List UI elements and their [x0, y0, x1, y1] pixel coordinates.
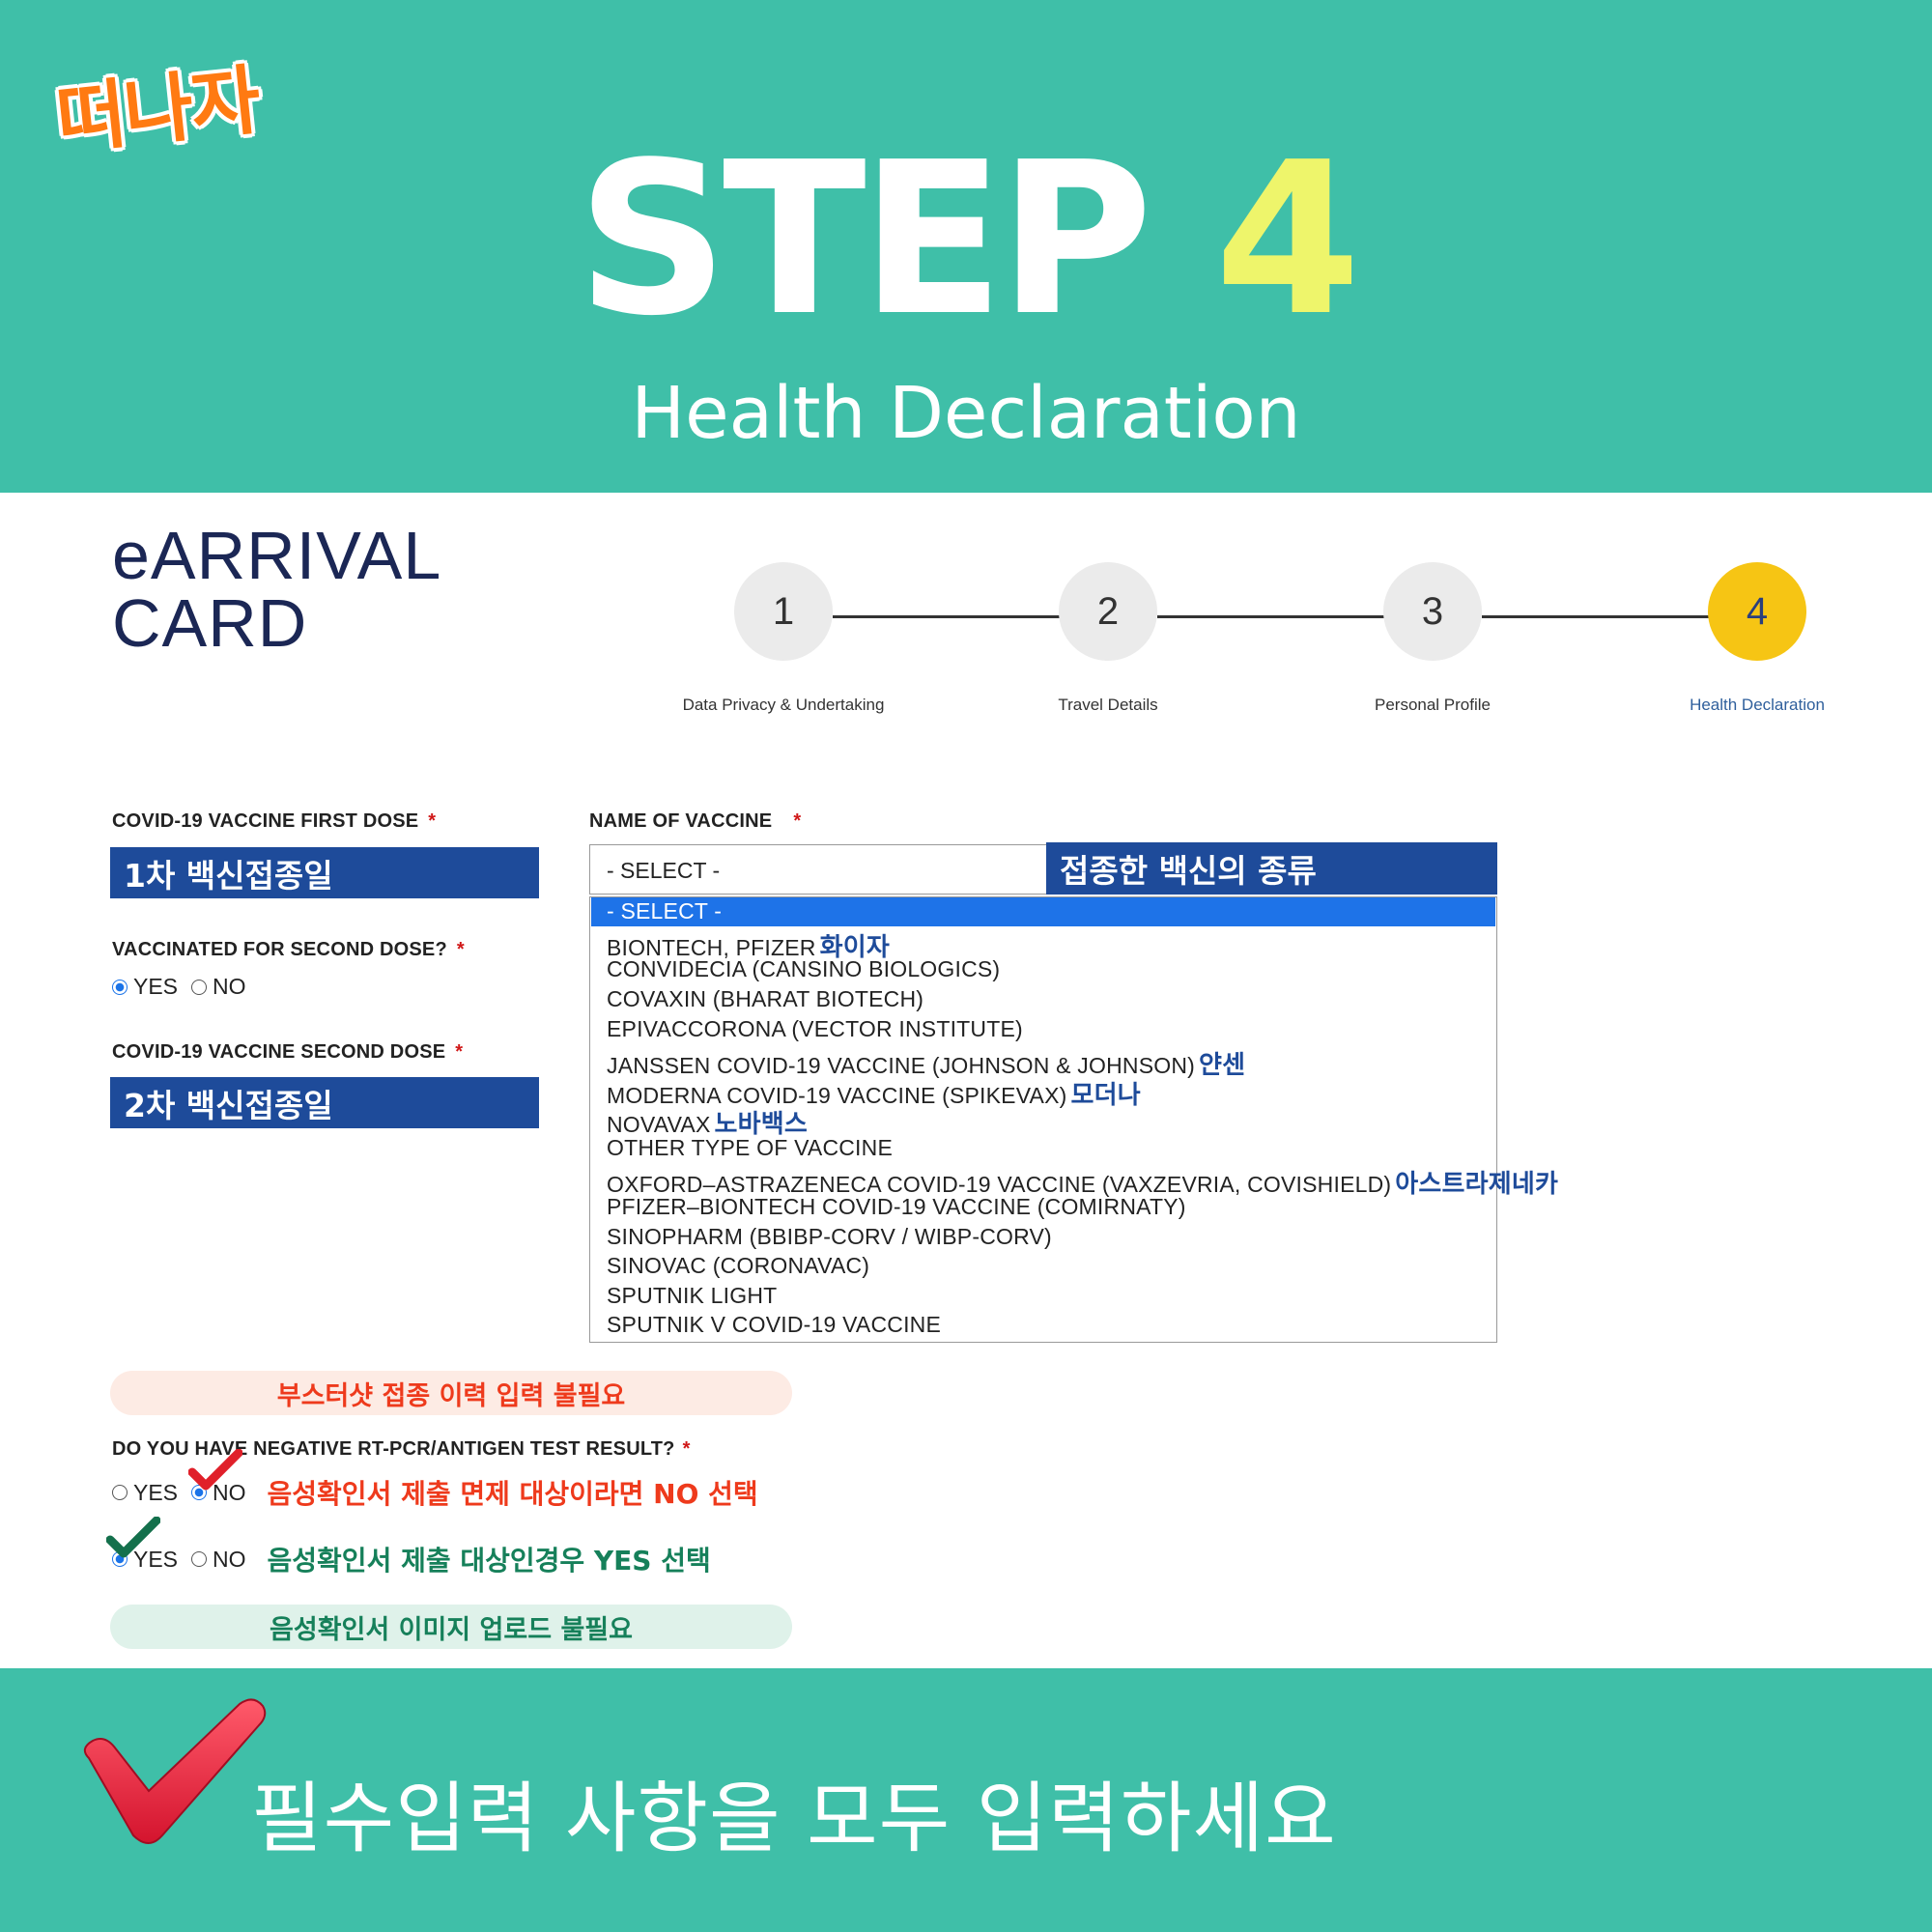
vaccine-option[interactable]: COVAXIN (BHARAT BIOTECH) [607, 986, 923, 1012]
step-number: 1 [772, 589, 795, 633]
yes-label: YES [133, 1479, 179, 1505]
vaccine-option[interactable]: SINOVAC (CORONAVAC) [607, 1253, 869, 1279]
step-title: STEP 4 [0, 135, 1932, 346]
second-dose-no-radio[interactable] [191, 979, 208, 995]
footer-instruction: 필수입력 사항을 모두 입력하세요 [251, 1774, 1337, 1863]
vaccine-option[interactable]: - SELECT - [607, 898, 722, 924]
step-number: 4 [1214, 118, 1361, 362]
stepper-label: Data Privacy & Undertaking [682, 696, 885, 714]
vaccine-ko-annotation: 모더나 [1070, 1081, 1141, 1110]
stepper-step-4[interactable]: 4 [1708, 562, 1806, 661]
second-dose-question: VACCINATED FOR SECOND DOSE? * [112, 939, 465, 960]
vaccine-option[interactable]: SPUTNIK V COVID-19 VACCINE [607, 1312, 941, 1338]
dropdown-highlight [591, 897, 1495, 926]
no-label: NO [213, 1546, 246, 1572]
required-mark: * [455, 1041, 464, 1063]
test-yes-note: 음성확인서 제출 대상인경우 YES 선택 [267, 1545, 711, 1577]
second-dose-label: COVID-19 VACCINE SECOND DOSE * [112, 1041, 464, 1063]
stepper-label: Health Declaration [1690, 696, 1825, 714]
stepper-connector [833, 615, 1061, 618]
yes-label: YES [133, 974, 179, 999]
first-dose-label: COVID-19 VACCINE FIRST DOSE * [112, 810, 437, 832]
booster-note: 부스터샷 접종 이력 입력 불필요 [110, 1371, 792, 1415]
header-subtitle: Health Declaration [631, 372, 1301, 455]
vaccine-ko-annotation: 얀센 [1199, 1051, 1246, 1080]
test-no-note: 음성확인서 제출 면제 대상이라면 NO 선택 [267, 1478, 758, 1510]
stepper-label: Travel Details [1058, 696, 1158, 714]
vaccine-option[interactable]: EPIVACCORONA (VECTOR INSTITUTE) [607, 1016, 1023, 1042]
test-yes-radio[interactable] [112, 1485, 128, 1500]
required-mark: * [428, 810, 437, 832]
red-check-icon [188, 1449, 242, 1491]
required-mark: * [793, 810, 802, 832]
stepper-step-2[interactable]: 2 [1059, 562, 1157, 661]
earrival-card-logo: eARRIVAL CARD [112, 522, 441, 657]
second-dose-yes-radio[interactable] [112, 979, 128, 995]
checkmark-icon [83, 1698, 267, 1844]
step-number: 2 [1096, 589, 1120, 633]
green-check-icon [106, 1517, 160, 1558]
vaccine-ko-annotation: 아스트라제네카 [1395, 1170, 1559, 1199]
vaccine-select-value: - SELECT - [607, 858, 721, 883]
card-title-line2: CARD [112, 585, 308, 661]
vaccine-option[interactable]: OTHER TYPE OF VACCINE [607, 1135, 893, 1161]
vaccine-option[interactable]: SINOPHARM (BBIBP-CORV / WIBP-CORV) [607, 1224, 1052, 1250]
second-dose-overlay: 2차 백신접종일 [124, 1086, 333, 1124]
vaccine-label: NAME OF VACCINE * [589, 810, 802, 832]
stepper-step-1[interactable]: 1 [734, 562, 833, 661]
vaccine-option[interactable]: SPUTNIK LIGHT [607, 1283, 777, 1309]
second-dose-radio-group: YES NO [112, 974, 246, 1000]
vaccine-overlay: 접종한 백신의 종류 [1046, 842, 1497, 895]
vaccine-option[interactable]: PFIZER–BIONTECH COVID-19 VACCINE (COMIRN… [607, 1194, 1186, 1220]
upload-note: 음성확인서 이미지 업로드 불필요 [110, 1605, 792, 1649]
card-title-line1: eARRIVAL [112, 518, 442, 593]
vaccine-option[interactable]: CONVIDECIA (CANSINO BIOLOGICS) [607, 956, 1000, 982]
stepper-connector [1482, 615, 1710, 618]
step-word: STEP [577, 118, 1152, 362]
stepper-label: Personal Profile [1374, 696, 1491, 714]
first-dose-overlay: 1차 백신접종일 [124, 856, 333, 895]
test-radio-group-yes: YES NO 음성확인서 제출 대상인경우 YES 선택 [112, 1540, 711, 1578]
first-dose-date-field[interactable]: 1차 백신접종일 [110, 847, 539, 898]
stepper-connector [1157, 615, 1385, 618]
required-mark: * [456, 939, 465, 960]
required-mark: * [682, 1438, 691, 1460]
stepper-step-3[interactable]: 3 [1383, 562, 1482, 661]
test-no-radio[interactable] [191, 1551, 208, 1567]
no-label: NO [213, 974, 246, 999]
step-number: 3 [1421, 589, 1444, 633]
second-dose-date-field[interactable]: 2차 백신접종일 [110, 1077, 539, 1128]
step-number: 4 [1746, 589, 1769, 633]
